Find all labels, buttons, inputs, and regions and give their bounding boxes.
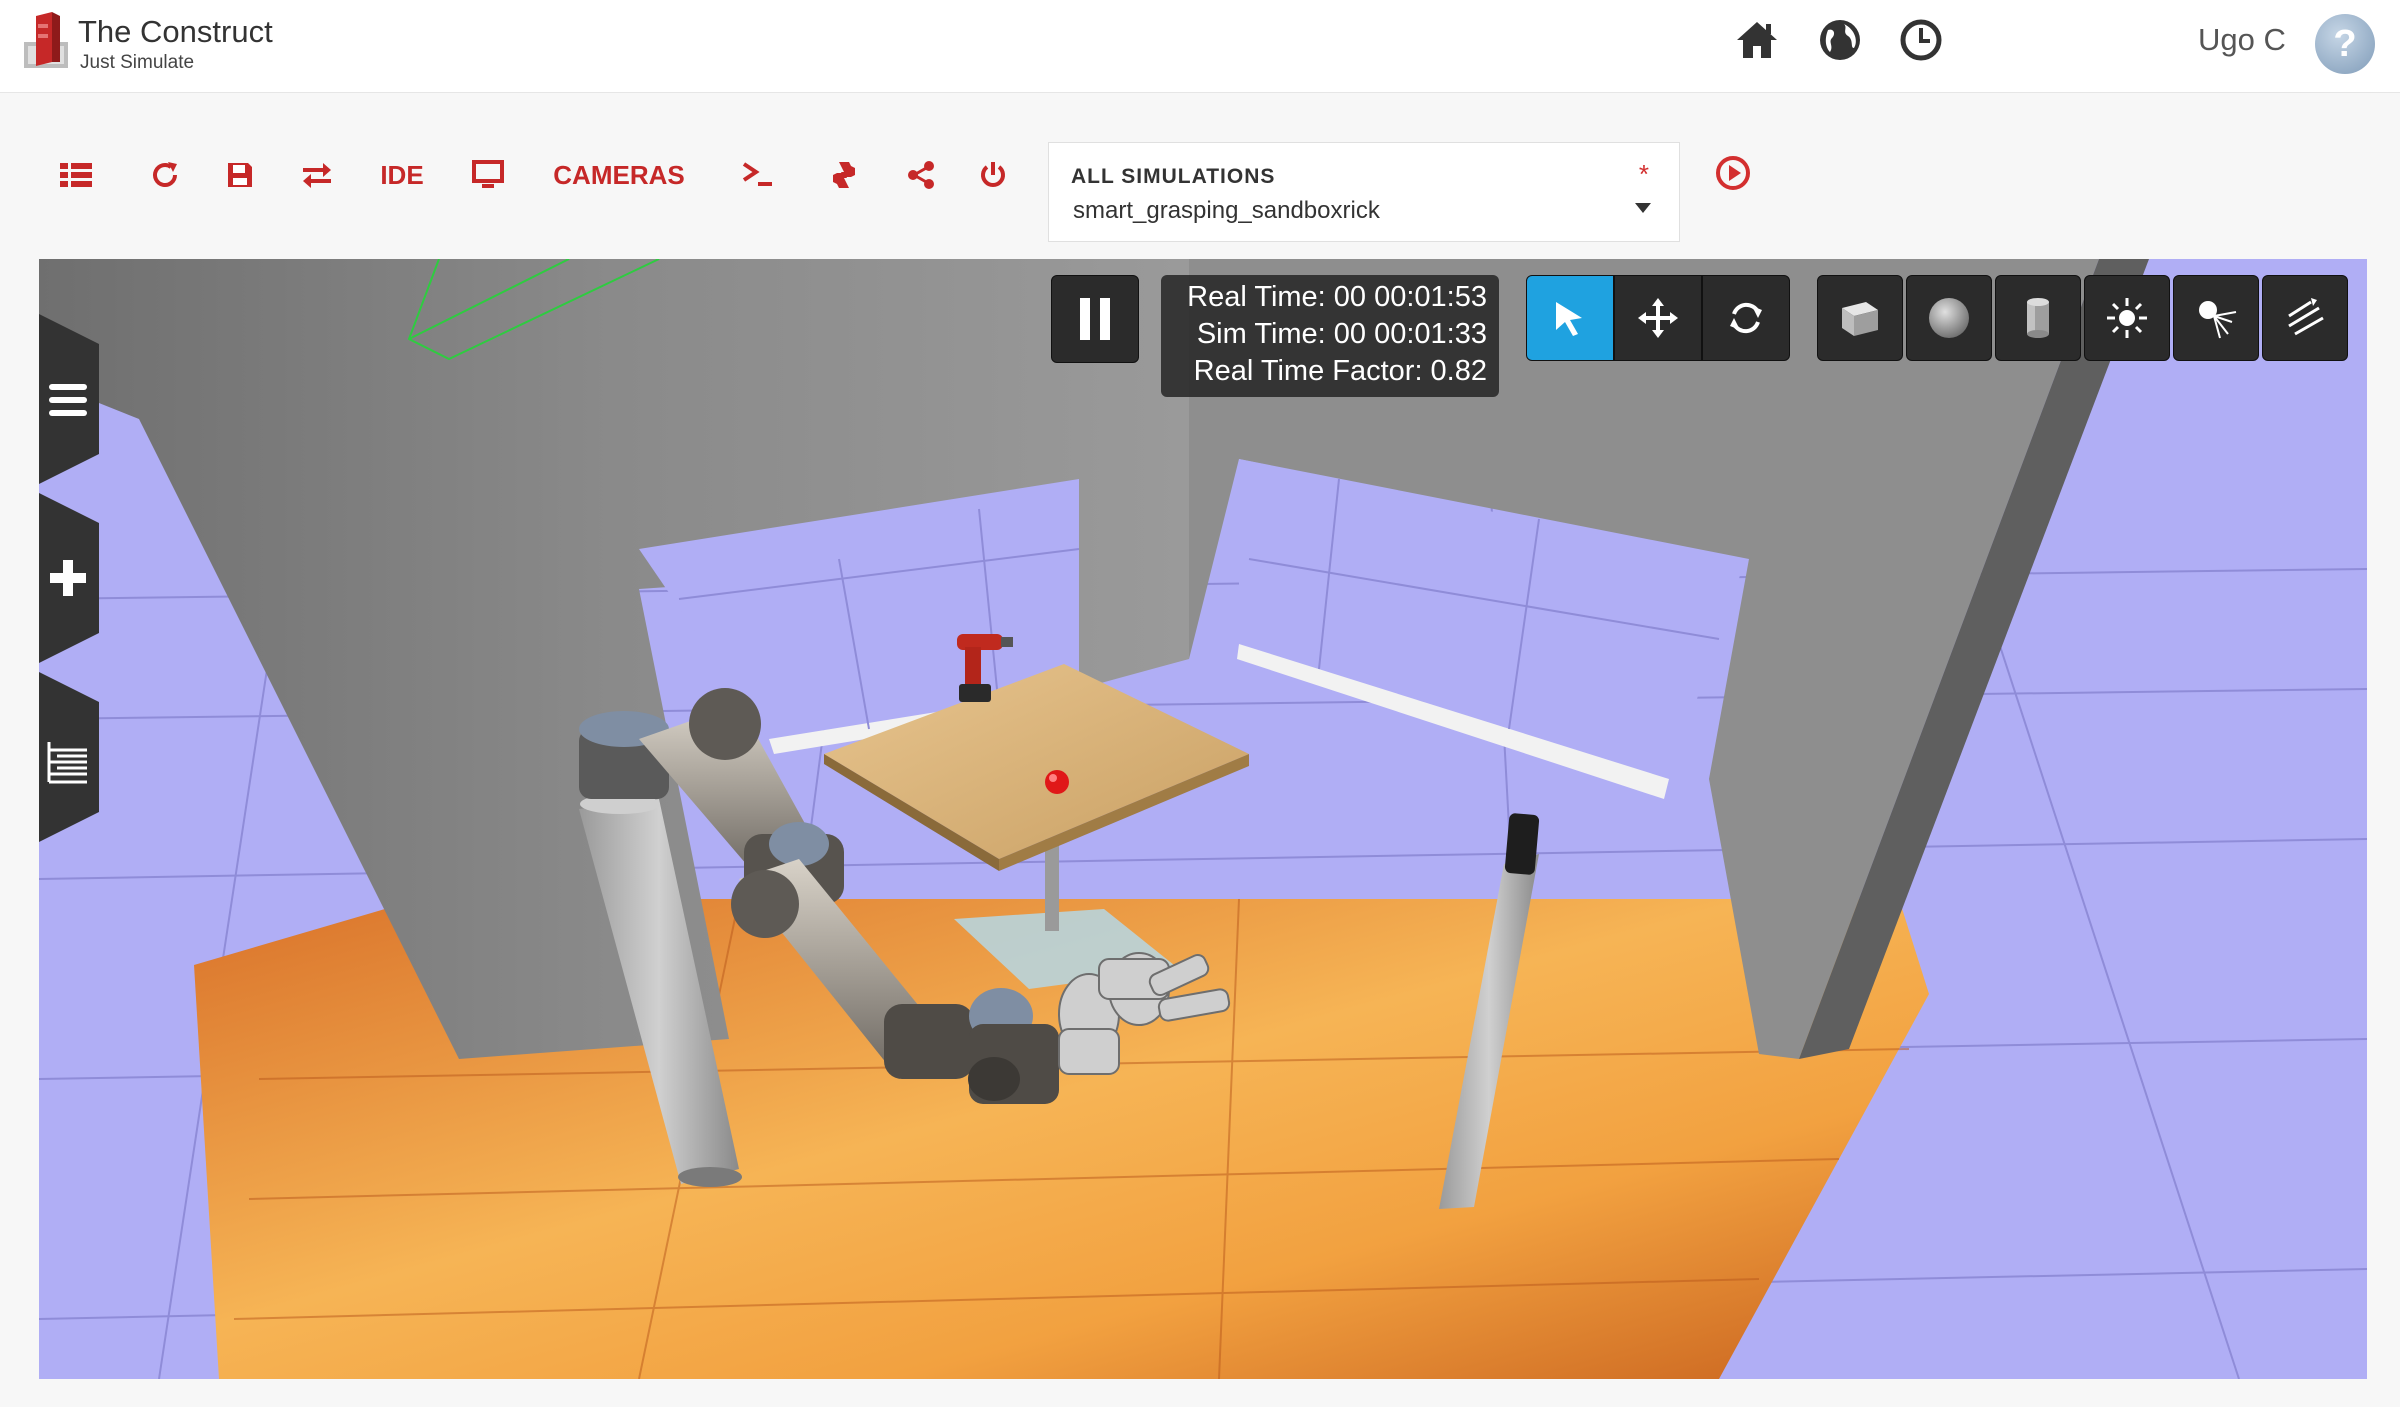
select-arrow-icon [1556, 302, 1582, 336]
required-mark: * [1638, 159, 1649, 189]
rotate-icon [1730, 302, 1762, 334]
clock-icon[interactable] [1899, 18, 1943, 62]
simulation-select-value: smart_grasping_sandboxrick [1073, 197, 1380, 224]
cylinder-shape-button[interactable] [1995, 275, 2081, 361]
menu-icon [49, 384, 87, 416]
gazebo-scene[interactable] [39, 259, 2367, 1379]
globe-icon[interactable] [1818, 18, 1862, 62]
select-tool-button[interactable] [1526, 275, 1614, 361]
terminal-icon[interactable] [740, 150, 776, 200]
power-icon[interactable] [976, 150, 1010, 200]
help-avatar[interactable]: ? [2315, 14, 2375, 74]
sim-time-text: Sim Time: 00 00:01:33 [1196, 318, 1487, 350]
swap-icon[interactable] [300, 150, 334, 200]
pause-button[interactable] [1051, 275, 1139, 363]
simulation-select-label: ALL SIMULATIONS [1071, 165, 1276, 188]
share-icon[interactable] [904, 150, 938, 200]
top-header: The Construct Just Simulate Ugo C ? [0, 0, 2400, 93]
side-tab-menu[interactable] [39, 314, 99, 484]
rotate-tool-button[interactable] [1702, 275, 1790, 361]
translate-tool-button[interactable] [1614, 275, 1702, 361]
list-icon[interactable] [58, 150, 94, 200]
brand-logo[interactable]: The Construct Just Simulate [22, 12, 322, 76]
chevron-down-icon[interactable] [1635, 203, 1651, 213]
brand-subtitle: Just Simulate [80, 52, 195, 73]
simulation-select[interactable]: ALL SIMULATIONS * smart_grasping_sandbox… [1048, 142, 1680, 242]
home-icon[interactable] [1735, 18, 1779, 62]
box-shape-button[interactable] [1817, 275, 1903, 361]
real-time-factor-text: Real Time Factor: 0.82 [1193, 355, 1487, 387]
ide-button[interactable]: IDE [374, 150, 430, 200]
construct-logo-icon [24, 12, 68, 68]
cameras-button[interactable]: CAMERAS [548, 150, 690, 200]
sphere-icon [1929, 298, 1969, 338]
real-time-text: Real Time: 00 00:01:53 [1187, 281, 1487, 313]
side-tab-insert[interactable] [39, 493, 99, 663]
spot-light-icon [2199, 301, 2237, 339]
play-circle-icon[interactable] [1715, 155, 1751, 191]
save-icon[interactable] [224, 150, 256, 200]
directional-light-button[interactable] [2262, 275, 2348, 361]
monitor-icon[interactable] [470, 150, 506, 200]
spot-light-button[interactable] [2173, 275, 2259, 361]
brand-title: The Construct [78, 14, 273, 49]
python-icon[interactable] [826, 150, 862, 200]
point-light-icon [2107, 298, 2147, 338]
point-light-button[interactable] [2084, 275, 2170, 361]
cylinder-icon [2027, 298, 2049, 338]
refresh-icon[interactable] [148, 150, 182, 200]
user-name[interactable]: Ugo C [2198, 22, 2286, 58]
time-readout: Real Time: 00 00:01:53 Sim Time: 00 00:0… [1161, 275, 1499, 397]
simulation-viewport[interactable]: Real Time: 00 00:01:53 Sim Time: 00 00:0… [39, 259, 2367, 1379]
box-icon [1842, 302, 1878, 336]
directional-light-icon [2288, 298, 2324, 336]
sphere-shape-button[interactable] [1906, 275, 1992, 361]
translate-icon [1638, 298, 1678, 338]
side-tab-tree[interactable] [39, 672, 99, 842]
